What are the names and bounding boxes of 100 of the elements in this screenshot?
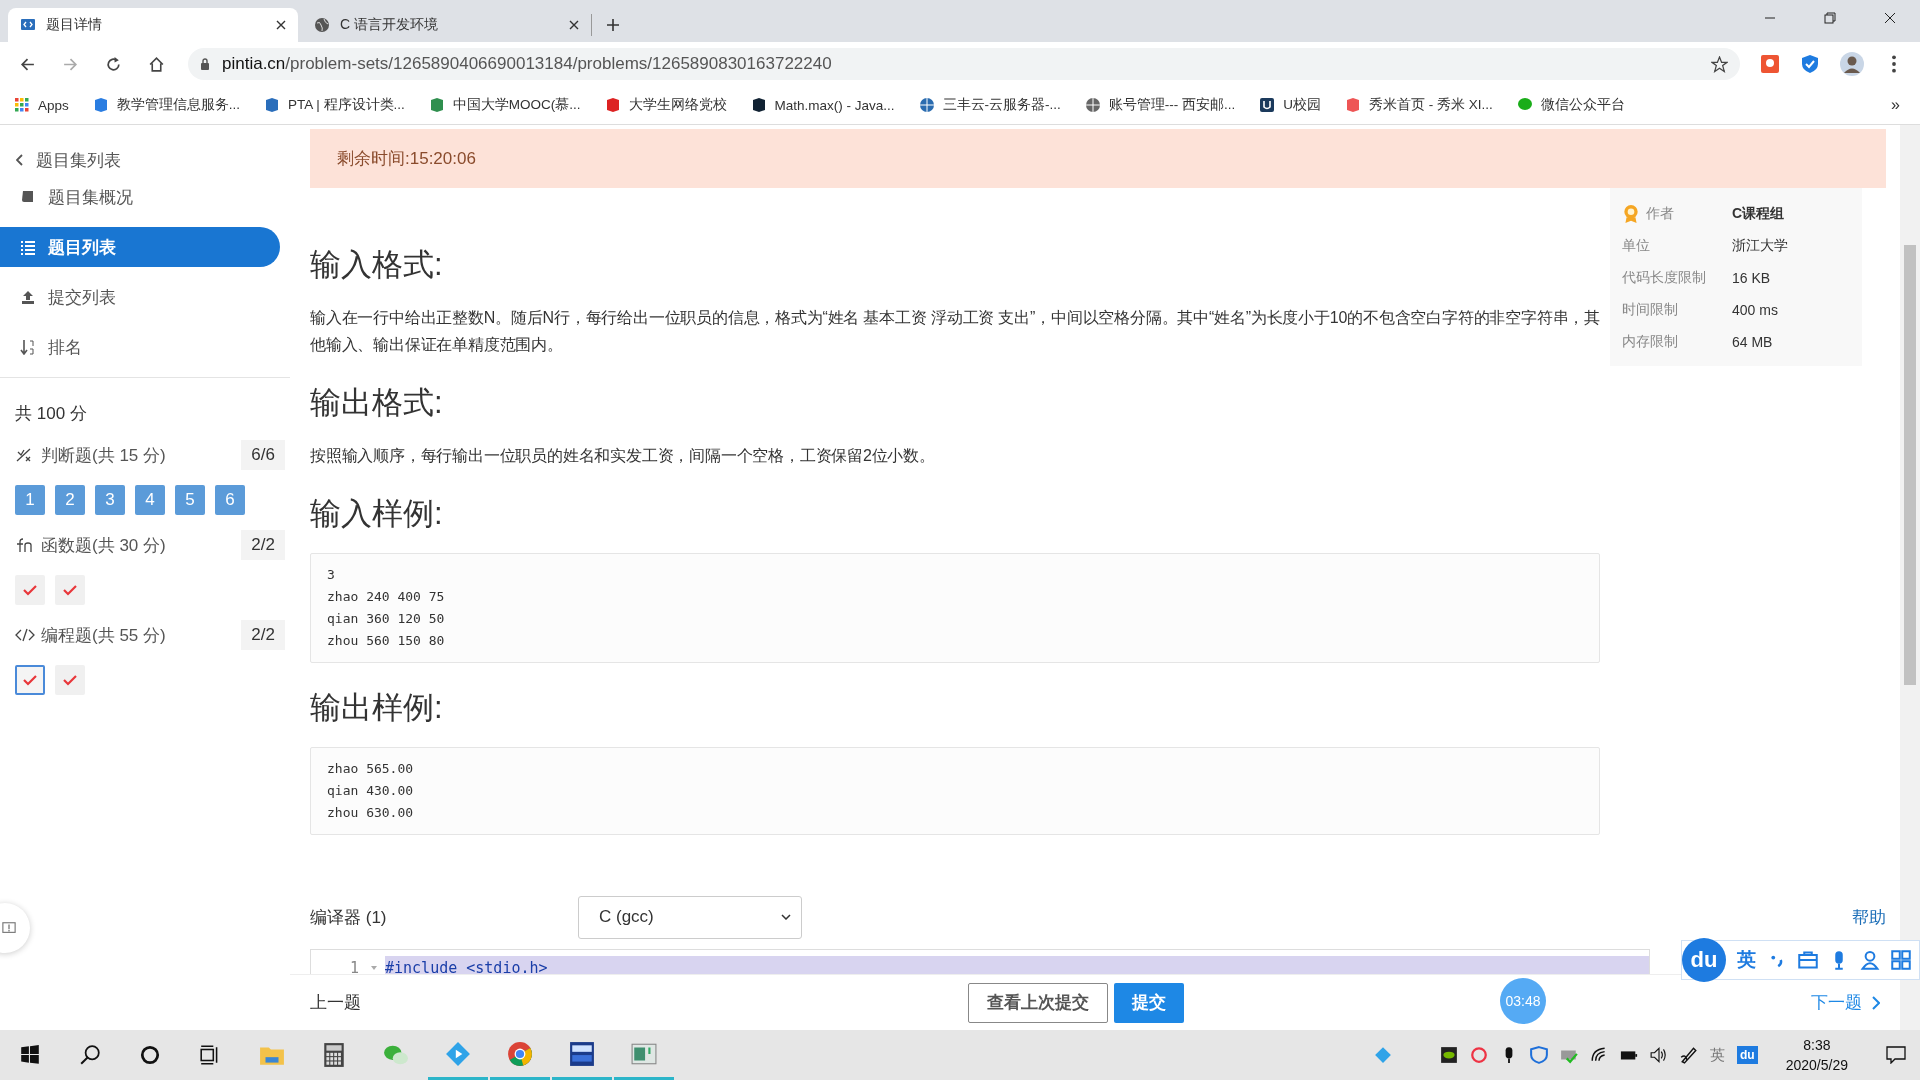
function-icon xyxy=(15,537,35,553)
grid-icon[interactable] xyxy=(1891,950,1911,970)
ide-icon xyxy=(569,1040,595,1067)
back-link[interactable]: 题目集列表 xyxy=(0,125,290,177)
sort-icon xyxy=(20,339,36,355)
section-heading: 输入格式: xyxy=(310,246,444,284)
next-link[interactable]: 下一题 xyxy=(1811,991,1862,1014)
info-label: 时间限制 xyxy=(1622,301,1679,319)
sidebar-nav-item[interactable]: 提交列表 xyxy=(0,277,280,317)
bookmark-icon xyxy=(604,97,621,113)
dropdown-caret-icon xyxy=(781,914,791,920)
pen-icon[interactable] xyxy=(1680,1046,1699,1064)
question-group-title: 函数题(共 30 分) xyxy=(41,534,167,557)
section-heading: 输入样例: xyxy=(310,495,444,533)
toolbox-icon[interactable] xyxy=(1798,950,1818,970)
compiler-label: 编译器 (1) xyxy=(310,906,388,929)
browser-tab[interactable]: 题目详情 xyxy=(8,8,298,42)
fold-caret-icon[interactable] xyxy=(371,966,377,970)
scrollbar[interactable] xyxy=(1900,125,1920,1030)
info-label: 代码长度限制 xyxy=(1622,269,1707,287)
ime-mode-toggle[interactable]: 英 xyxy=(1737,947,1756,973)
chevron-left-icon xyxy=(16,154,24,166)
countdown-banner: 剩余时间:15:20:06 xyxy=(310,129,1886,188)
user-icon[interactable] xyxy=(1860,950,1880,970)
scrollbar-thumb[interactable] xyxy=(1904,245,1916,685)
input-language-indicator[interactable]: 英 xyxy=(1710,1045,1726,1065)
sidebar-nav-item[interactable]: 题目集概况 xyxy=(0,177,280,217)
bookmark-icon xyxy=(1516,97,1533,113)
medal-icon xyxy=(1622,204,1640,224)
close-icon[interactable] xyxy=(276,20,286,30)
chrome-icon xyxy=(507,1040,533,1067)
info-label: 单位 xyxy=(1622,237,1651,255)
question-item[interactable] xyxy=(55,575,85,605)
bookmark-icon xyxy=(1259,97,1276,113)
bookmark[interactable]: Apps xyxy=(14,97,69,113)
checkmark-icon xyxy=(63,674,77,686)
info-value: 400 ms xyxy=(1732,302,1778,318)
graphics-icon[interactable] xyxy=(1440,1046,1459,1064)
more-bookmarks-button[interactable]: » xyxy=(1891,96,1900,114)
notification-icon[interactable] xyxy=(1886,1046,1906,1064)
ime-logo[interactable]: du xyxy=(1682,938,1726,982)
checkmark-icon xyxy=(23,584,37,596)
info-value: C课程组 xyxy=(1732,205,1785,223)
sidebar-nav-item[interactable]: 题目列表 xyxy=(0,227,280,267)
compiler-select[interactable]: C (gcc) xyxy=(578,895,802,939)
tab-title: 题目详情 xyxy=(46,16,103,34)
sidebar-nav-item[interactable]: 排名 xyxy=(0,327,280,367)
question-item[interactable] xyxy=(15,575,45,605)
tray-app-icon[interactable] xyxy=(1374,1046,1393,1064)
ime-tray-icon[interactable]: du xyxy=(1737,1046,1758,1064)
info-value: 16 KB xyxy=(1732,270,1771,286)
alert-icon xyxy=(2,921,16,935)
bookmark-icon xyxy=(918,97,935,113)
bookmark[interactable]: PTA | 程序设计类... xyxy=(264,96,405,114)
bookmark[interactable]: 教学管理信息服务... xyxy=(92,96,241,114)
bookmark[interactable]: 中国大学MOOC(慕... xyxy=(428,96,581,114)
question-item[interactable] xyxy=(55,665,85,695)
previous-link[interactable]: 上一题 xyxy=(310,991,361,1014)
bookmark[interactable]: 秀米首页 - 秀米 XI... xyxy=(1345,96,1493,114)
bookmark[interactable]: U校园 xyxy=(1259,96,1322,114)
section-heading: 输出格式: xyxy=(310,384,444,422)
bookmark[interactable]: 账号管理--- 西安邮... xyxy=(1084,96,1236,114)
checkmark-icon xyxy=(23,674,37,686)
info-label: 作者 xyxy=(1646,205,1675,223)
code-icon xyxy=(15,627,35,643)
close-icon[interactable] xyxy=(569,20,579,30)
clock-time[interactable]: 8:38 xyxy=(1803,1035,1831,1055)
speaker-icon[interactable] xyxy=(1650,1046,1669,1064)
help-link[interactable]: 帮助 xyxy=(1852,905,1886,929)
info-value: 浙江大学 xyxy=(1732,237,1788,255)
bookmark-icon xyxy=(264,97,281,113)
section-heading: 输出样例: xyxy=(310,689,444,727)
question-group-title: 编程题(共 55 分) xyxy=(41,624,167,647)
bookmark-icon xyxy=(1345,97,1362,113)
code-editor[interactable]: 1 #include <stdio.h> xyxy=(310,949,1650,974)
question-item[interactable] xyxy=(15,665,45,695)
play-icon xyxy=(445,1040,471,1067)
section-text: 输入在一行中给出正整数N。随后N行，每行给出一位职员的信息，格式为“姓名 基本工资 浮动工资 支出”，中间以空格分隔。其中“姓名”为长度小于10的不包含空白字符的非空字符串，其他输入、输出保证在单精度范围内。 xyxy=(310,308,1600,355)
bookmark[interactable]: 三丰云-云服务器-... xyxy=(918,96,1061,114)
info-label: 内存限制 xyxy=(1622,333,1679,351)
address-bar[interactable]: pintia.cn/problem-sets/1265890406690013184/problems/1265890830163722240 xyxy=(188,48,1740,80)
new-tab-icon[interactable] xyxy=(606,18,620,32)
upload-icon xyxy=(20,289,36,305)
code-sample: zhao 565.00 qian 430.00 zhou 630.00 xyxy=(310,747,1600,835)
chevron-right-icon[interactable] xyxy=(1872,995,1880,1010)
view-last-submission-button[interactable]: 查看上次提交 xyxy=(968,982,1108,1023)
section-text: 按照输入顺序，每行输出一位职员的姓名和实发工资，间隔一个空格，工资保留2位小数。 xyxy=(310,446,936,466)
clock-date[interactable]: 2020/5/29 xyxy=(1785,1055,1848,1075)
bookmark[interactable]: Math.max() - Java... xyxy=(750,97,895,113)
submit-button[interactable]: 提交 xyxy=(1114,982,1184,1023)
question-group-title: 判断题(共 15 分) xyxy=(41,444,167,467)
star-icon[interactable] xyxy=(1711,55,1728,73)
apps-grid-icon xyxy=(14,97,30,113)
bookmark-icon xyxy=(1084,97,1101,113)
shield-icon[interactable] xyxy=(1530,1046,1549,1064)
bookmark[interactable]: 微信公众平台 xyxy=(1516,96,1625,114)
bookmark-icon xyxy=(428,97,445,113)
code-sample: 3 zhao 240 400 75 qian 360 120 50 zhou 560 150 80 xyxy=(310,553,1600,663)
bookmark[interactable]: 大学生网络党校 xyxy=(604,96,727,114)
browser-tab[interactable]: C 语言开发环境 xyxy=(302,14,592,36)
